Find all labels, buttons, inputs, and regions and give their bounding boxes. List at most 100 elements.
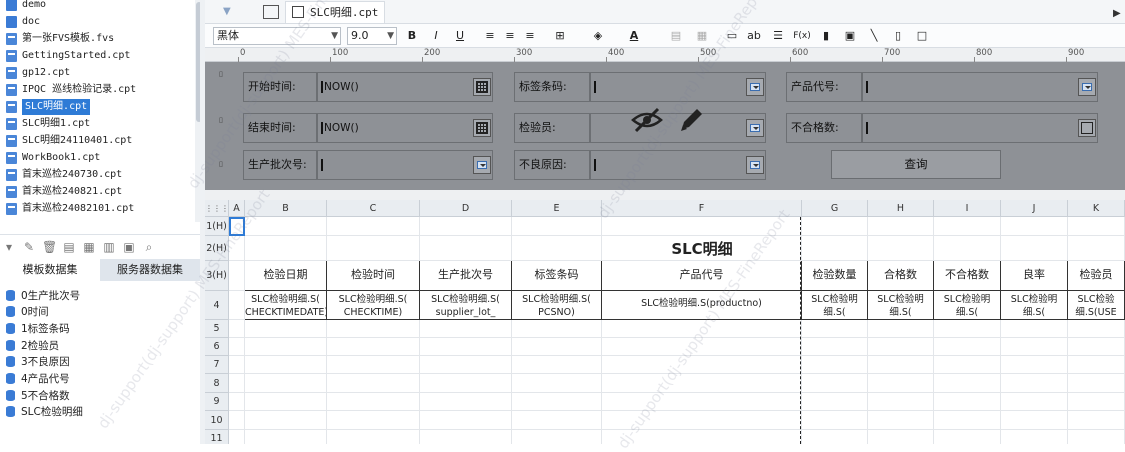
grid-cell[interactable] [602, 356, 802, 374]
tree-file[interactable]: SLC明细1.cpt [6, 116, 90, 132]
dataset-item[interactable]: 1标签条码 [6, 320, 70, 336]
grid-cell[interactable] [802, 338, 868, 356]
row-header[interactable]: 11 [205, 430, 229, 444]
tree-file[interactable]: SLC明细.cpt [6, 99, 91, 115]
server-icon[interactable]: ▥ [102, 240, 116, 254]
grid-cell[interactable] [245, 374, 327, 393]
row-header[interactable]: 8 [205, 374, 229, 393]
tree-file[interactable]: WorkBook1.cpt [6, 150, 100, 166]
grid-cell[interactable] [802, 374, 868, 393]
grid-cell[interactable] [512, 411, 602, 430]
grid-cell[interactable] [229, 291, 245, 320]
align-center-icon[interactable]: ≡ [501, 27, 519, 45]
row-header[interactable]: 9 [205, 393, 229, 411]
tag-dropdown-button[interactable] [746, 78, 764, 96]
chart-icon[interactable]: ▮ [817, 27, 835, 45]
grid-cell[interactable] [245, 411, 327, 430]
align-left-icon[interactable]: ≡ [481, 27, 499, 45]
grid-cell[interactable] [1001, 356, 1068, 374]
column-header[interactable]: D [420, 200, 512, 217]
grid-cell[interactable] [868, 393, 934, 411]
column-header[interactable]: A [229, 200, 245, 217]
grid-cell[interactable] [1068, 356, 1125, 374]
header-cell[interactable]: 检验员 [1068, 261, 1125, 291]
chevron-down-icon[interactable]: ▼ [223, 6, 237, 18]
grid-cell[interactable] [1068, 411, 1125, 430]
align-right-icon[interactable]: ≡ [521, 27, 539, 45]
bold-button[interactable]: B [403, 27, 421, 45]
grid-cell[interactable] [868, 338, 934, 356]
grid-cell[interactable] [420, 236, 512, 261]
row-header[interactable]: 5 [205, 320, 229, 338]
corner-menu-icon[interactable]: ▶ [1113, 8, 1121, 19]
end-time-calendar-button[interactable] [473, 119, 491, 137]
grid-cell[interactable] [229, 320, 245, 338]
grid-cell[interactable] [229, 430, 245, 444]
tree-file[interactable]: 第一张FVS模板.fvs [6, 31, 114, 47]
row-header[interactable]: 10 [205, 411, 229, 430]
grid-cell[interactable] [245, 356, 327, 374]
underline-button[interactable]: U [451, 27, 469, 45]
grid-cell[interactable] [868, 430, 934, 444]
grid-cell[interactable] [802, 217, 868, 236]
dataset-item[interactable]: 0时间 [6, 304, 49, 320]
grid-cell[interactable] [1001, 338, 1068, 356]
end-time-input[interactable]: NOW() [317, 113, 493, 143]
grid-cell[interactable] [245, 217, 327, 236]
image-icon[interactable]: ▣ [841, 27, 859, 45]
row-header[interactable]: 3(H) [205, 261, 229, 291]
formula-button[interactable]: F(x) [793, 27, 811, 45]
row-header[interactable]: 7 [205, 356, 229, 374]
batch-dropdown-button[interactable] [473, 156, 491, 174]
row-header[interactable]: 2(H) [205, 236, 229, 261]
tree-file[interactable]: 首末巡检240821.cpt [6, 184, 122, 200]
defect-input[interactable] [590, 150, 766, 180]
grid-cell[interactable] [868, 217, 934, 236]
grid-cell[interactable] [1001, 320, 1068, 338]
grid-cell[interactable] [1001, 430, 1068, 444]
grid-cell[interactable] [802, 393, 868, 411]
grid-cell[interactable] [420, 374, 512, 393]
grid-cell[interactable] [512, 356, 602, 374]
grid-cell[interactable] [229, 261, 245, 291]
dataset-icon[interactable]: ▦ [82, 240, 96, 254]
split-cell-icon[interactable]: ▦ [693, 27, 711, 45]
grid-cell[interactable] [802, 236, 868, 261]
border-icon[interactable]: ⊞ [551, 27, 569, 45]
column-header[interactable]: J [1001, 200, 1068, 217]
eye-slash-icon[interactable] [630, 106, 664, 134]
grid-cell[interactable] [934, 411, 1001, 430]
tree-file[interactable]: SLC明细24110401.cpt [6, 133, 132, 149]
data-cell[interactable]: SLC检验明细.S( PCSNO) [512, 291, 602, 320]
fill-color-icon[interactable]: ◈ [589, 27, 607, 45]
grid-cell[interactable] [1001, 411, 1068, 430]
grid-cell[interactable] [512, 320, 602, 338]
grid-cell[interactable] [512, 393, 602, 411]
header-cell[interactable]: 检验数量 [802, 261, 868, 291]
grid-cell[interactable] [512, 430, 602, 444]
grid-cell[interactable] [868, 356, 934, 374]
dataset-item[interactable]: SLC检验明细 [6, 404, 83, 420]
grid-cell[interactable] [1068, 430, 1125, 444]
grid-cell[interactable] [245, 338, 327, 356]
grid-cell[interactable] [512, 236, 602, 261]
tree-file[interactable]: 首末巡检24082101.cpt [6, 201, 134, 217]
data-cell[interactable]: SLC检验 细.S(USE [1068, 291, 1125, 320]
grid-cell[interactable] [327, 356, 420, 374]
inspector-dropdown-button[interactable] [746, 119, 764, 137]
grid-cell[interactable] [602, 411, 802, 430]
tree-file[interactable]: GettingStarted.cpt [6, 48, 130, 64]
grid-cell[interactable] [420, 217, 512, 236]
data-cell[interactable]: SLC检验明 细.S( [868, 291, 934, 320]
select-all-corner[interactable]: ⋮⋮⋮ [205, 200, 229, 217]
tree-folder[interactable]: doc [6, 14, 40, 30]
unqualified-spinner-button[interactable] [1078, 119, 1096, 137]
grid-cell[interactable] [512, 217, 602, 236]
data-cell[interactable]: SLC检验明细.S( supplier_lot_ [420, 291, 512, 320]
collapse-icon[interactable]: ▾ [2, 240, 16, 254]
search-icon[interactable]: ⌕ [142, 240, 156, 254]
subreport-icon[interactable]: ▯ [889, 27, 907, 45]
grid-cell[interactable] [327, 236, 420, 261]
grid-cell[interactable] [1068, 320, 1125, 338]
header-cell[interactable]: 检验时间 [327, 261, 420, 291]
